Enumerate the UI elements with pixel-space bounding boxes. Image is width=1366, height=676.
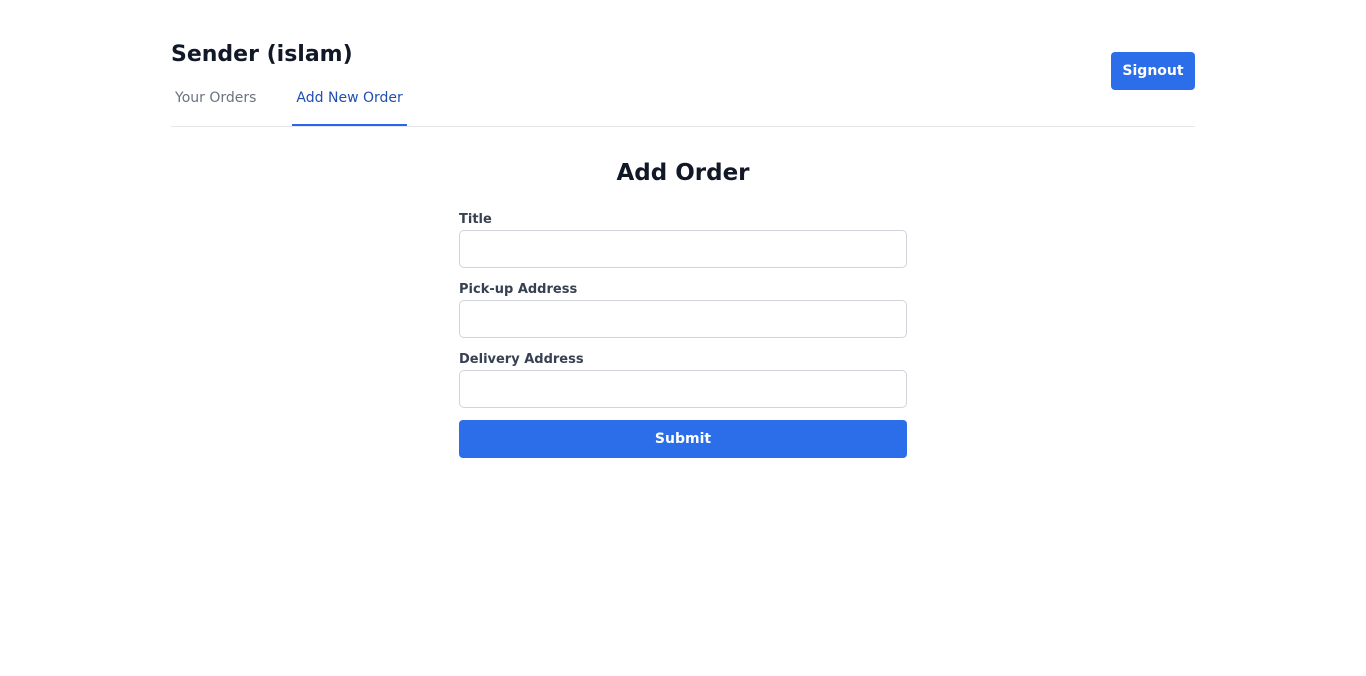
page-title: Sender (islam): [171, 42, 353, 67]
tab-your-orders[interactable]: Your Orders: [171, 84, 260, 124]
pickup-address-field-group: Pick-up Address: [459, 280, 907, 338]
signout-button[interactable]: Signout: [1111, 52, 1195, 90]
tab-add-new-order[interactable]: Add New Order: [292, 84, 407, 126]
title-label: Title: [459, 212, 492, 227]
add-order-form: Add Order Title Pick-up Address Delivery…: [459, 150, 907, 458]
form-title: Add Order: [616, 160, 750, 186]
delivery-address-input[interactable]: [459, 370, 907, 408]
delivery-address-field-group: Delivery Address: [459, 350, 907, 408]
delivery-address-label: Delivery Address: [459, 352, 584, 367]
title-input[interactable]: [459, 230, 907, 268]
pickup-address-label: Pick-up Address: [459, 282, 578, 297]
title-field-group: Title: [459, 210, 907, 268]
header: Sender (islam) Your Orders Add New Order…: [171, 0, 1195, 127]
pickup-address-input[interactable]: [459, 300, 907, 338]
submit-button[interactable]: Submit: [459, 420, 907, 458]
nav-tabs: Your Orders Add New Order: [171, 84, 407, 126]
